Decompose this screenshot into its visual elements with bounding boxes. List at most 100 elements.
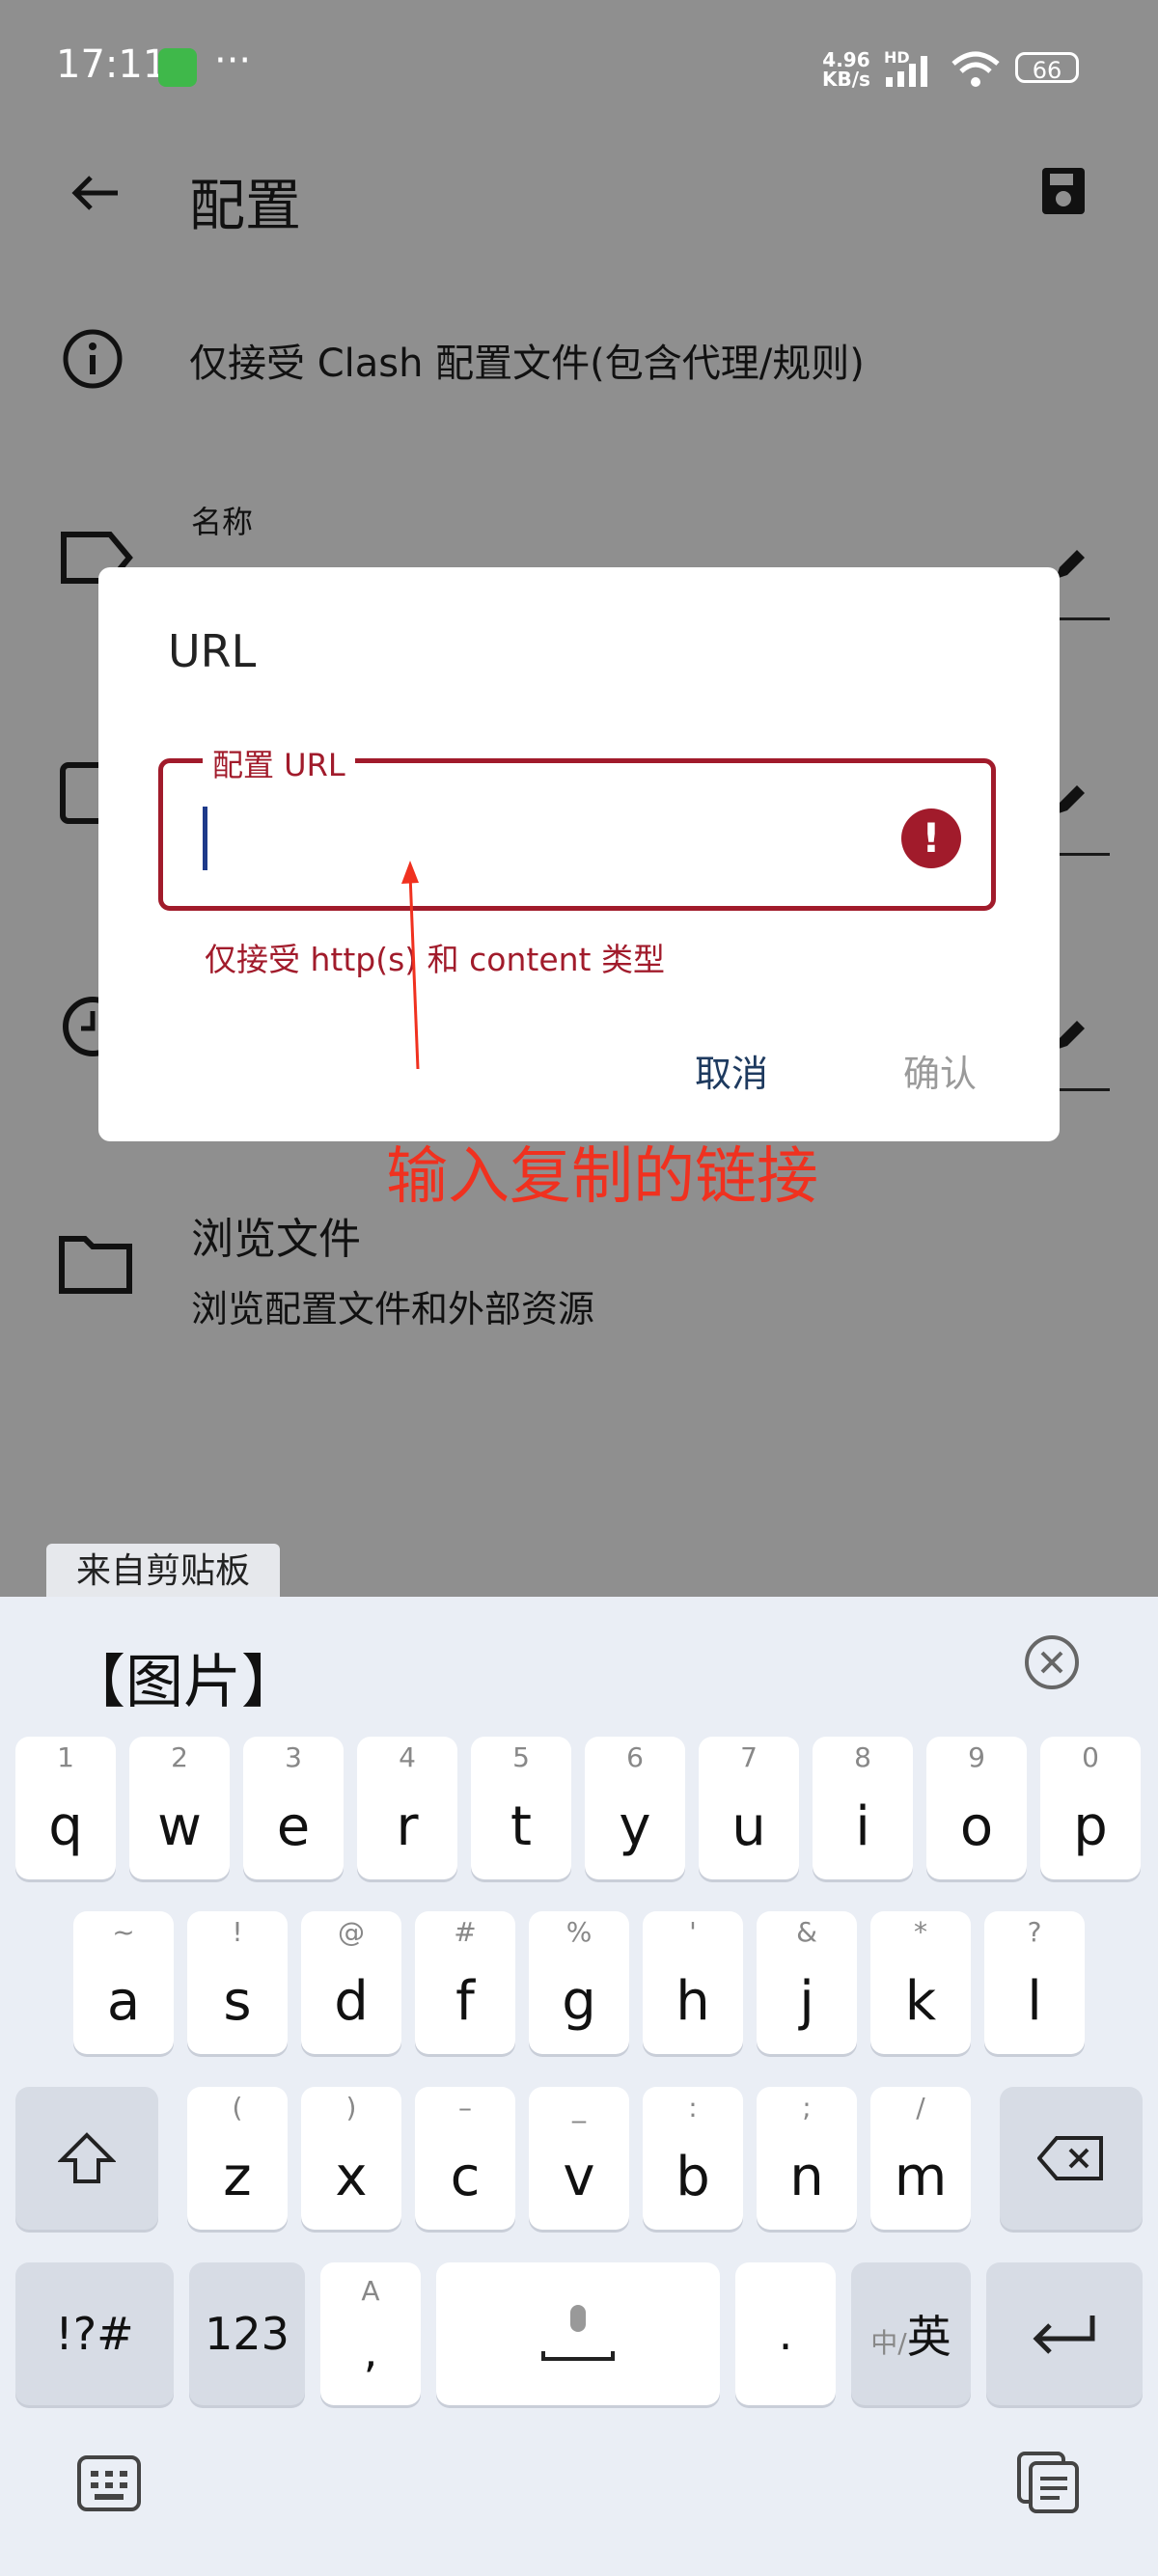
key-hint: 5: [512, 1741, 530, 1773]
network-speed: 4.96 KB/s: [822, 48, 870, 91]
dialog-title: URL: [168, 625, 257, 677]
interval-underline: [1056, 1088, 1110, 1091]
clock-icon: [63, 997, 98, 1056]
key-hint: #: [454, 1916, 477, 1948]
key-c[interactable]: – c: [415, 2087, 515, 2230]
cancel-button[interactable]: 取消: [695, 1044, 768, 1097]
key-hint: 3: [285, 1741, 302, 1773]
key-label: f: [455, 1970, 475, 2033]
key-s[interactable]: ! s: [187, 1911, 288, 2054]
key-label: s: [223, 1970, 252, 2033]
key-e[interactable]: 3e: [243, 1737, 344, 1879]
key-f[interactable]: # f: [415, 1911, 515, 2054]
confirm-button[interactable]: 确认: [903, 1044, 977, 1097]
key-label: y: [619, 1795, 651, 1858]
save-icon[interactable]: [1040, 166, 1087, 216]
key-hint: !: [232, 1916, 243, 1948]
key-y[interactable]: 6y: [585, 1737, 685, 1879]
annotation-arrow: [401, 861, 420, 1070]
key-u[interactable]: 7u: [699, 1737, 799, 1879]
enter-key[interactable]: [986, 2262, 1143, 2405]
back-arrow-icon[interactable]: [68, 172, 122, 214]
key-label: i: [855, 1795, 870, 1858]
key-q[interactable]: 1q: [15, 1737, 116, 1879]
key-x[interactable]: ) x: [301, 2087, 401, 2230]
key-label: n: [789, 2146, 824, 2208]
key-b[interactable]: :b: [643, 2087, 743, 2230]
wechat-icon: [158, 48, 197, 87]
comma-key[interactable]: A ,: [320, 2262, 421, 2405]
key-k[interactable]: * k: [870, 1911, 971, 2054]
key-hint: 8: [854, 1741, 871, 1773]
shift-icon: [58, 2132, 116, 2183]
key-p[interactable]: 0p: [1040, 1737, 1141, 1879]
key-hint: 1: [57, 1741, 74, 1773]
text-caret: [203, 807, 207, 870]
url-helper-text: 仅接受 http(s) 和 content 类型: [205, 941, 665, 978]
key-j[interactable]: & j: [757, 1911, 857, 2054]
key-m[interactable]: / m: [870, 2087, 971, 2230]
key-hint: ~: [112, 1916, 135, 1948]
key-hint: ': [689, 1916, 697, 1948]
browse-subtitle: 浏览配置文件和外部资源: [191, 1288, 595, 1330]
key-w[interactable]: 2w: [129, 1737, 230, 1879]
key-a[interactable]: ~ a: [73, 1911, 174, 2054]
backspace-key[interactable]: [1000, 2087, 1143, 2230]
period-key[interactable]: .: [735, 2262, 836, 2405]
folder-icon[interactable]: [58, 1231, 133, 1295]
key-hint: (: [232, 2092, 243, 2124]
key-hint: @: [338, 1916, 365, 1948]
key-g[interactable]: % g: [529, 1911, 629, 2054]
key-n[interactable]: ; n: [757, 2087, 857, 2230]
clipboard-chip[interactable]: 来自剪贴板: [46, 1544, 280, 1600]
key-l[interactable]: ? l: [984, 1911, 1085, 2054]
battery-indicator: 66: [1015, 52, 1079, 84]
key-label: m: [894, 2146, 948, 2208]
keyboard-switch-icon[interactable]: [77, 2455, 141, 2511]
key-hint: 9: [968, 1741, 985, 1773]
close-icon: [1040, 1651, 1063, 1674]
symbols-key[interactable]: !?#: [15, 2262, 174, 2405]
key-z[interactable]: (z: [187, 2087, 288, 2230]
key-hint: –: [458, 2092, 472, 2124]
browse-title[interactable]: 浏览文件: [191, 1204, 361, 1266]
key-o[interactable]: 9o: [926, 1737, 1027, 1879]
microphone-icon: [541, 2305, 615, 2361]
status-more-dots: ···: [214, 39, 252, 83]
key-hint: 6: [626, 1741, 644, 1773]
key-label: t: [510, 1795, 532, 1858]
key-i[interactable]: 8i: [813, 1737, 913, 1879]
key-v[interactable]: _ v: [529, 2087, 629, 2230]
keyboard: 【图片】 1q2w3e4r5t6y7u8i9o0p ~ a! s @ d # f% g ' h & j…: [0, 1597, 1158, 2576]
shift-key[interactable]: [15, 2087, 158, 2230]
key-label: d: [334, 1970, 369, 2033]
key-label: q: [48, 1795, 83, 1858]
key-label: z: [223, 2146, 252, 2208]
key-hint: _: [572, 2092, 586, 2124]
error-icon: !: [901, 808, 961, 868]
key-label: k: [904, 1970, 937, 2033]
key-h[interactable]: ' h: [643, 1911, 743, 2054]
url-underline: [1056, 853, 1110, 856]
key-hint: ): [345, 2092, 357, 2124]
key-d[interactable]: @ d: [301, 1911, 401, 2054]
language-switch-key[interactable]: 中/英: [851, 2262, 971, 2405]
key-hint: 4: [399, 1741, 416, 1773]
annotation-text: 输入复制的链接: [386, 1141, 818, 1213]
space-key[interactable]: [436, 2262, 720, 2405]
wifi-icon: [951, 51, 1000, 87]
key-label: x: [335, 2146, 368, 2208]
signal-icon: [886, 56, 927, 87]
key-t[interactable]: 5t: [471, 1737, 571, 1879]
key-label: w: [157, 1795, 202, 1858]
numbers-key[interactable]: 123: [189, 2262, 305, 2405]
clipboard-suggestion[interactable]: 【图片】: [68, 1635, 299, 1719]
key-label: b: [676, 2146, 710, 2208]
key-r[interactable]: 4r: [357, 1737, 457, 1879]
key-label: c: [450, 2146, 481, 2208]
name-underline: [1056, 617, 1110, 620]
key-label: h: [676, 1970, 710, 2033]
clear-suggestion-button[interactable]: [1025, 1635, 1079, 1689]
clipboard-icon[interactable]: [1017, 2452, 1081, 2515]
enter-icon: [1033, 2316, 1095, 2354]
